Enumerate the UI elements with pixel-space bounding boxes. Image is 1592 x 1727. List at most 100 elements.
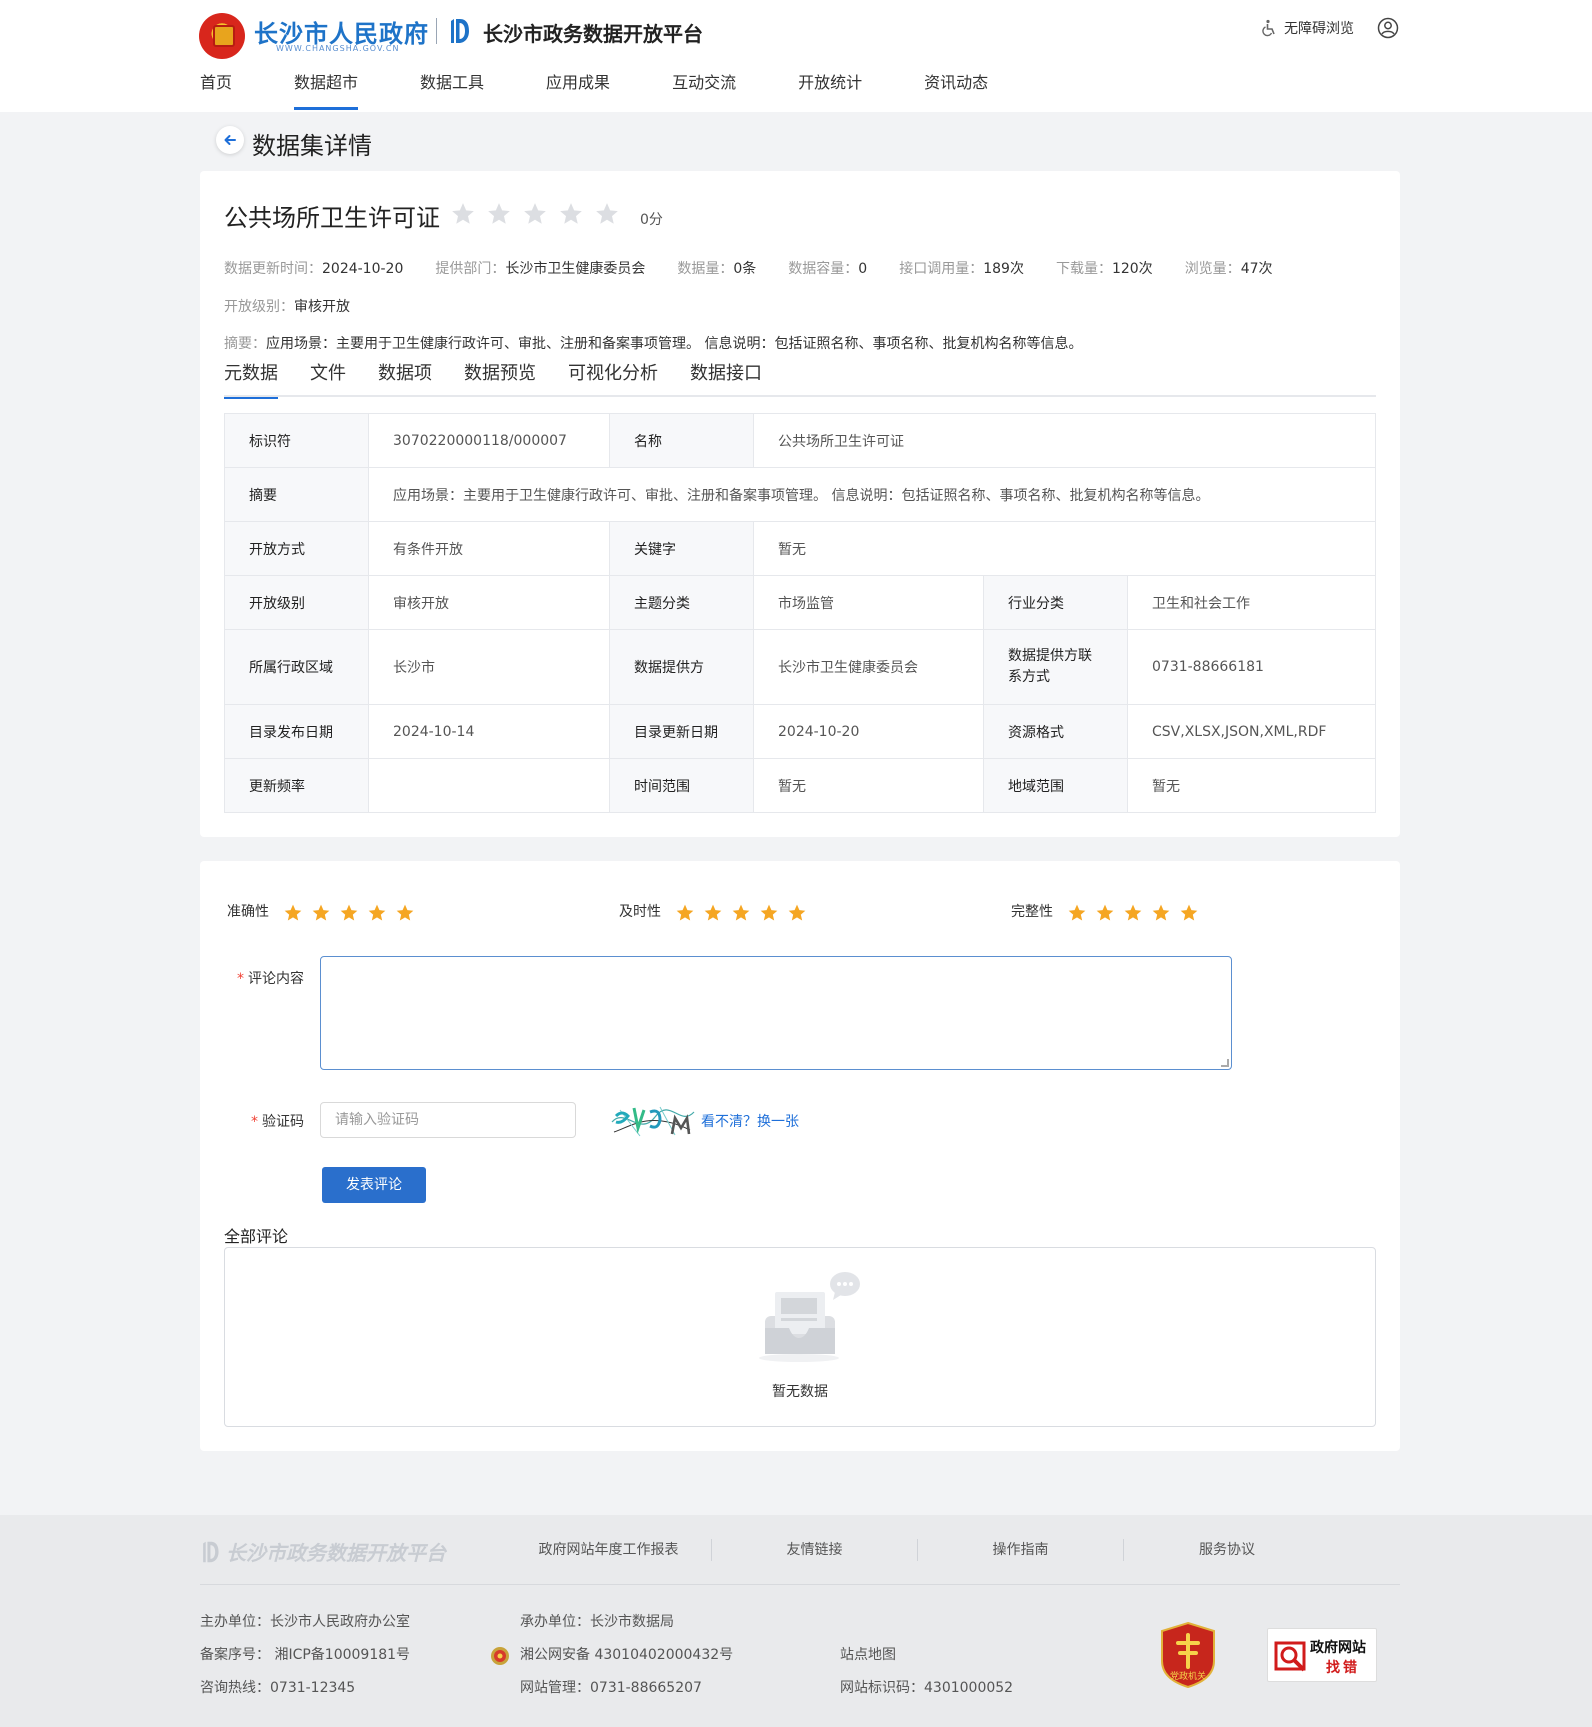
star-icon[interactable] [486,201,512,227]
rating-accuracy: 准确性 [227,899,415,923]
meta-open-level: 开放级别： 审核开放 [224,299,350,315]
table-row: 更新频率 时间范围 暂无 地域范围 暂无 [224,758,1376,813]
nav-item-applications[interactable]: 应用成果 [546,72,610,112]
empty-state-text: 暂无数据 [772,1384,828,1400]
star-icon[interactable] [1067,903,1087,923]
tab-data-items[interactable]: 数据项 [378,361,432,397]
tab-metadata[interactable]: 元数据 [224,361,278,399]
rating-completeness-stars[interactable] [1067,903,1199,923]
star-icon[interactable] [367,903,387,923]
geo-range-label: 地域范围 [983,758,1128,813]
tab-visual-analysis[interactable]: 可视化分析 [568,361,658,397]
star-icon[interactable] [395,903,415,923]
meta-summary: 摘要： 应用场景：主要用于卫生健康行政许可、审批、注册和备案事项管理。 信息说明：… [224,336,1083,352]
search-error-icon [1274,1641,1306,1672]
tab-data-api[interactable]: 数据接口 [690,361,762,397]
accessibility-link[interactable]: 无障碍浏览 [1260,18,1354,38]
comment-textarea[interactable] [320,956,1232,1070]
meta-api-calls: 接口调用量：189次 [899,261,1024,277]
meta-update-time: 数据更新时间：2024-10-20 [224,261,404,277]
table-row: 摘要 应用场景：主要用于卫生健康行政许可、审批、注册和备案事项管理。 信息说明：… [224,467,1376,522]
rating-completeness-label: 完整性 [1011,904,1053,920]
footer-link-guide[interactable]: 操作指南 [918,1539,1124,1561]
star-icon[interactable] [1179,903,1199,923]
update-date-label: 目录更新日期 [609,704,754,759]
required-mark: * [251,1114,258,1130]
rating-timeliness-label: 及时性 [619,904,661,920]
rating-accuracy-stars[interactable] [283,903,415,923]
nav-item-statistics[interactable]: 开放统计 [798,72,862,112]
format-value: CSV,XLSX,JSON,XML,RDF [1127,704,1376,759]
dataset-score: 0分 [640,212,663,228]
time-range-label: 时间范围 [609,758,754,813]
star-icon[interactable] [787,903,807,923]
geo-range-value: 暂无 [1127,758,1376,813]
submit-comment-button[interactable]: 发表评论 [322,1167,426,1203]
nav-item-news[interactable]: 资讯动态 [924,72,988,112]
footer-sitemap[interactable]: 站点地图 [840,1644,896,1664]
star-icon[interactable] [283,903,303,923]
nav-item-data-market[interactable]: 数据超市 [294,72,359,112]
star-icon[interactable] [731,903,751,923]
footer-logo: 长沙市政务数据开放平台 [200,1537,446,1566]
region-value: 长沙市 [368,629,610,705]
star-icon[interactable] [558,201,584,227]
tab-files[interactable]: 文件 [310,361,346,397]
table-row: 目录发布日期 2024-10-14 目录更新日期 2024-10-20 资源格式… [224,704,1376,759]
footer-link-service-agreement[interactable]: 服务协议 [1124,1539,1330,1561]
table-row: 开放方式 有条件开放 关键字 暂无 [224,521,1376,576]
footer-link-friendly-links[interactable]: 友情链接 [712,1539,918,1561]
star-icon[interactable] [759,903,779,923]
meta-capacity: 数据容量：0 [788,261,868,277]
captcha-image[interactable] [610,1102,696,1140]
nav-item-interaction[interactable]: 互动交流 [672,72,736,112]
captcha-refresh-link[interactable]: 看不清？换一张 [701,1111,799,1131]
all-comments-title: 全部评论 [224,1227,289,1246]
update-date-value: 2024-10-20 [753,704,984,759]
footer-police[interactable]: 湘公网安备 43010402000432号 [520,1644,733,1664]
star-icon[interactable] [1151,903,1171,923]
keyword-value: 暂无 [753,521,1376,576]
resize-handle-icon[interactable] [1221,1059,1229,1067]
user-icon[interactable] [1377,17,1399,39]
back-button[interactable] [216,126,244,154]
region-label: 所属行政区域 [224,629,369,705]
comment-list: 暂无数据 [224,1247,1376,1427]
platform-name[interactable]: 长沙市政务数据开放平台 [483,18,703,47]
star-icon[interactable] [675,903,695,923]
dataset-meta-row: 数据更新时间：2024-10-20 提供部门：长沙市卫生健康委员会 数据量：0条… [224,258,1305,278]
footer-icp[interactable]: 备案序号： 湘ICP备10009181号 [200,1644,410,1664]
footer-links: 政府网站年度工作报表 友情链接 操作指南 服务协议 [506,1539,1330,1561]
star-icon[interactable] [594,201,620,227]
gov-site-error-badge[interactable]: 政府网站 找错 [1267,1628,1377,1682]
police-badge-icon [491,1647,509,1665]
empty-inbox-icon [759,1272,860,1362]
rating-timeliness-stars[interactable] [675,903,807,923]
meta-provider: 提供部门：长沙市卫生健康委员会 [435,261,646,277]
publish-date-label: 目录发布日期 [224,704,369,759]
industry-label: 行业分类 [983,575,1128,630]
rating-comment-card: 准确性 及时性 完整性 * 评论内容 * 验证码 请输入验证码 看不清？换一张 发表… [200,861,1400,1451]
metadata-table: 标识符 3070220000118/000007 名称 公共场所卫生许可证 摘要… [224,413,1376,813]
contact-value: 0731-88666181 [1127,629,1376,705]
platform-logo-icon [203,1541,219,1562]
captcha-input[interactable]: 请输入验证码 [320,1102,576,1138]
nav-item-data-tools[interactable]: 数据工具 [420,72,484,112]
nav-item-home[interactable]: 首页 [200,72,232,112]
star-icon[interactable] [703,903,723,923]
footer-link-annual-report[interactable]: 政府网站年度工作报表 [506,1539,712,1561]
frequency-label: 更新频率 [224,758,369,813]
star-icon[interactable] [450,201,476,227]
star-icon[interactable] [1095,903,1115,923]
star-icon[interactable] [522,201,548,227]
dataset-rating-stars [450,201,620,227]
star-icon[interactable] [339,903,359,923]
footer-organizer: 承办单位：长沙市数据局 [520,1614,674,1630]
star-icon[interactable] [1123,903,1143,923]
party-gov-badge-icon[interactable]: 党政机关 [1158,1621,1218,1689]
star-icon[interactable] [311,903,331,923]
footer-admin: 网站管理：0731-88665207 [520,1680,702,1696]
tab-data-preview[interactable]: 数据预览 [464,361,536,397]
platform-logo-icon [451,19,469,43]
accessibility-label: 无障碍浏览 [1284,21,1354,37]
